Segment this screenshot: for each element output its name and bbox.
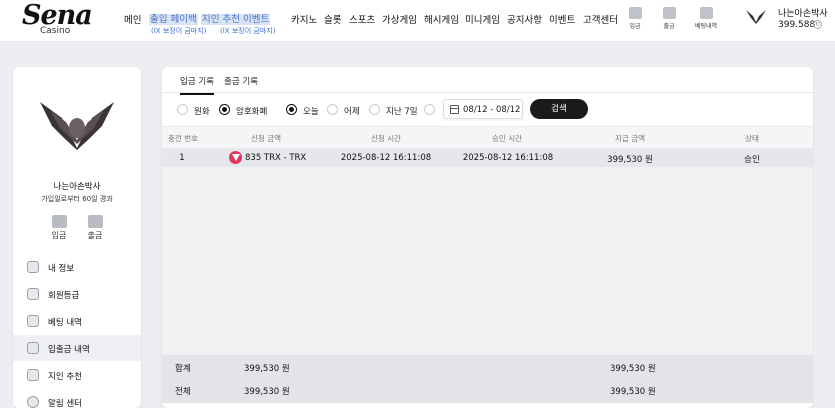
calendar-icon [450, 105, 459, 114]
subtotal-paid: 399,530 원 [610, 364, 656, 374]
list-icon [27, 315, 39, 327]
sidebar-item-my-info[interactable]: 내 정보 [13, 254, 141, 280]
record-tabs: 입금 기록 출금 기록 [162, 67, 813, 95]
nav-virtual[interactable]: 가상게임 [382, 12, 417, 26]
search-button[interactable]: 검색 [530, 99, 588, 119]
summary-row-total: 전체 399,530 원 399,530 원 [162, 378, 813, 403]
sidebar-withdraw-button[interactable]: 출금 [80, 215, 110, 241]
nav-sports[interactable]: 스포츠 [349, 12, 375, 26]
nav-payback-sub: (ÍX 보장이 금마지) [151, 27, 207, 35]
cell-no: 1 [179, 153, 185, 163]
deposit-shortcut[interactable]: 입금 [622, 7, 648, 30]
col-request-time: 신청 시간 [371, 134, 401, 143]
sidebar-item-referral[interactable]: 지인 추천 [13, 362, 141, 388]
col-approve-time: 승인 시간 [492, 134, 522, 143]
cell-approve-time: 2025-08-12 16:11:08 [462, 153, 554, 163]
nav-event[interactable]: 이벤트 [549, 12, 575, 26]
date-range-picker[interactable]: 08/12 - 08/12 [443, 99, 523, 119]
col-status: 상태 [745, 134, 759, 143]
sidebar-item-transactions[interactable]: 입출금 내역 [13, 335, 141, 361]
bell-icon [27, 396, 39, 408]
table-row[interactable]: 1 835 TRX - TRX 2025-08-12 16:11:08 2025… [162, 149, 813, 167]
total-paid: 399,530 원 [610, 387, 656, 397]
summary-row-subtotal: 합계 399,530 원 399,530 원 [162, 355, 813, 380]
nav-payback-promo[interactable]: 출입 페이백 [149, 11, 198, 25]
nav-referral-sub: (ÍX 보장이 금마지) [220, 27, 276, 35]
logo-subtext: Casino [40, 26, 71, 36]
cell-request-time: 2025-08-12 16:11:08 [340, 153, 432, 163]
transaction-panel: 입금 기록 출금 기록 원화 암호화폐 오늘 어제 지난 7일 08/12 - [162, 67, 813, 408]
site-logo[interactable]: Sena Casino [22, 0, 94, 38]
nav-hash[interactable]: 해시게임 [424, 12, 459, 26]
sidebar-item-notifications[interactable]: 알림 센터 [13, 389, 141, 408]
radio-dot [286, 104, 297, 115]
col-paid-amount: 지급 금액 [615, 134, 645, 143]
deposit-icon [628, 7, 642, 19]
cell-request-amount: 835 TRX - TRX [245, 153, 307, 163]
header-username: 나는아손박사 [778, 9, 828, 19]
account-sidebar: 나는아손박사 가입일로부터 60일 경과 입금 출금 내 정보 회원등급 베팅 … [13, 67, 141, 408]
tab-deposit-records[interactable]: 입금 기록 [180, 75, 214, 95]
radio-dot [177, 104, 188, 115]
col-no: 충전 번호 [168, 134, 198, 143]
sidebar-deposit-button[interactable]: 입금 [44, 215, 74, 241]
tab-withdraw-records[interactable]: 출금 기록 [224, 75, 258, 87]
deposit-icon [51, 215, 67, 228]
nav-mini[interactable]: 미니게임 [465, 12, 500, 26]
nav-support[interactable]: 고객센터 [583, 12, 618, 26]
top-header: Sena Casino 메인 출입 페이백 (ÍX 보장이 금마지) 지인 추천… [0, 0, 835, 42]
user-rank-emblem-icon[interactable] [746, 8, 766, 24]
col-request-amount: 신청 금액 [251, 134, 281, 143]
nav-casino[interactable]: 카지노 [291, 12, 317, 26]
cell-status: 승인 [744, 155, 760, 165]
radio-dot [424, 104, 435, 115]
withdraw-icon [662, 7, 676, 19]
betting-history-icon [699, 7, 713, 19]
nav-main[interactable]: 메인 [124, 12, 141, 26]
withdraw-icon [87, 215, 103, 228]
nav-slot[interactable]: 슬롯 [324, 12, 341, 26]
badge-icon [27, 288, 39, 300]
sidebar-username: 나는아손박사 [53, 182, 101, 192]
sidebar-item-betting-history[interactable]: 베팅 내역 [13, 308, 141, 334]
refresh-balance-icon[interactable]: ↻ [813, 20, 822, 29]
nav-notice[interactable]: 공지사항 [507, 12, 542, 26]
trx-coin-icon [229, 151, 242, 164]
membership-days: 가입일로부터 60일 경과 [41, 195, 113, 203]
radio-dot [327, 104, 338, 115]
radio-dot [369, 104, 380, 115]
referral-icon [27, 369, 39, 381]
table-header: 충전 번호 신청 금액 신청 시간 승인 시간 지급 금액 상태 [162, 126, 813, 149]
betting-history-shortcut[interactable]: 베팅내역 [693, 7, 719, 30]
header-balance: 399.588 [778, 20, 816, 30]
sidebar-item-member-level[interactable]: 회원등급 [13, 281, 141, 307]
nav-referral-promo[interactable]: 지인 추천 이벤트 [201, 11, 271, 25]
filter-bar: 원화 암호화폐 오늘 어제 지난 7일 08/12 - 08/12 검색 [162, 94, 813, 126]
user-icon [27, 261, 39, 273]
total-request: 399,530 원 [244, 387, 290, 397]
rank-emblem-icon [40, 102, 114, 150]
table-body [162, 149, 813, 355]
wallet-icon [27, 342, 39, 354]
radio-dot [219, 104, 230, 115]
cell-paid-amount: 399,530 원 [607, 155, 653, 165]
withdraw-shortcut[interactable]: 출금 [656, 7, 682, 30]
subtotal-request: 399,530 원 [244, 364, 290, 374]
